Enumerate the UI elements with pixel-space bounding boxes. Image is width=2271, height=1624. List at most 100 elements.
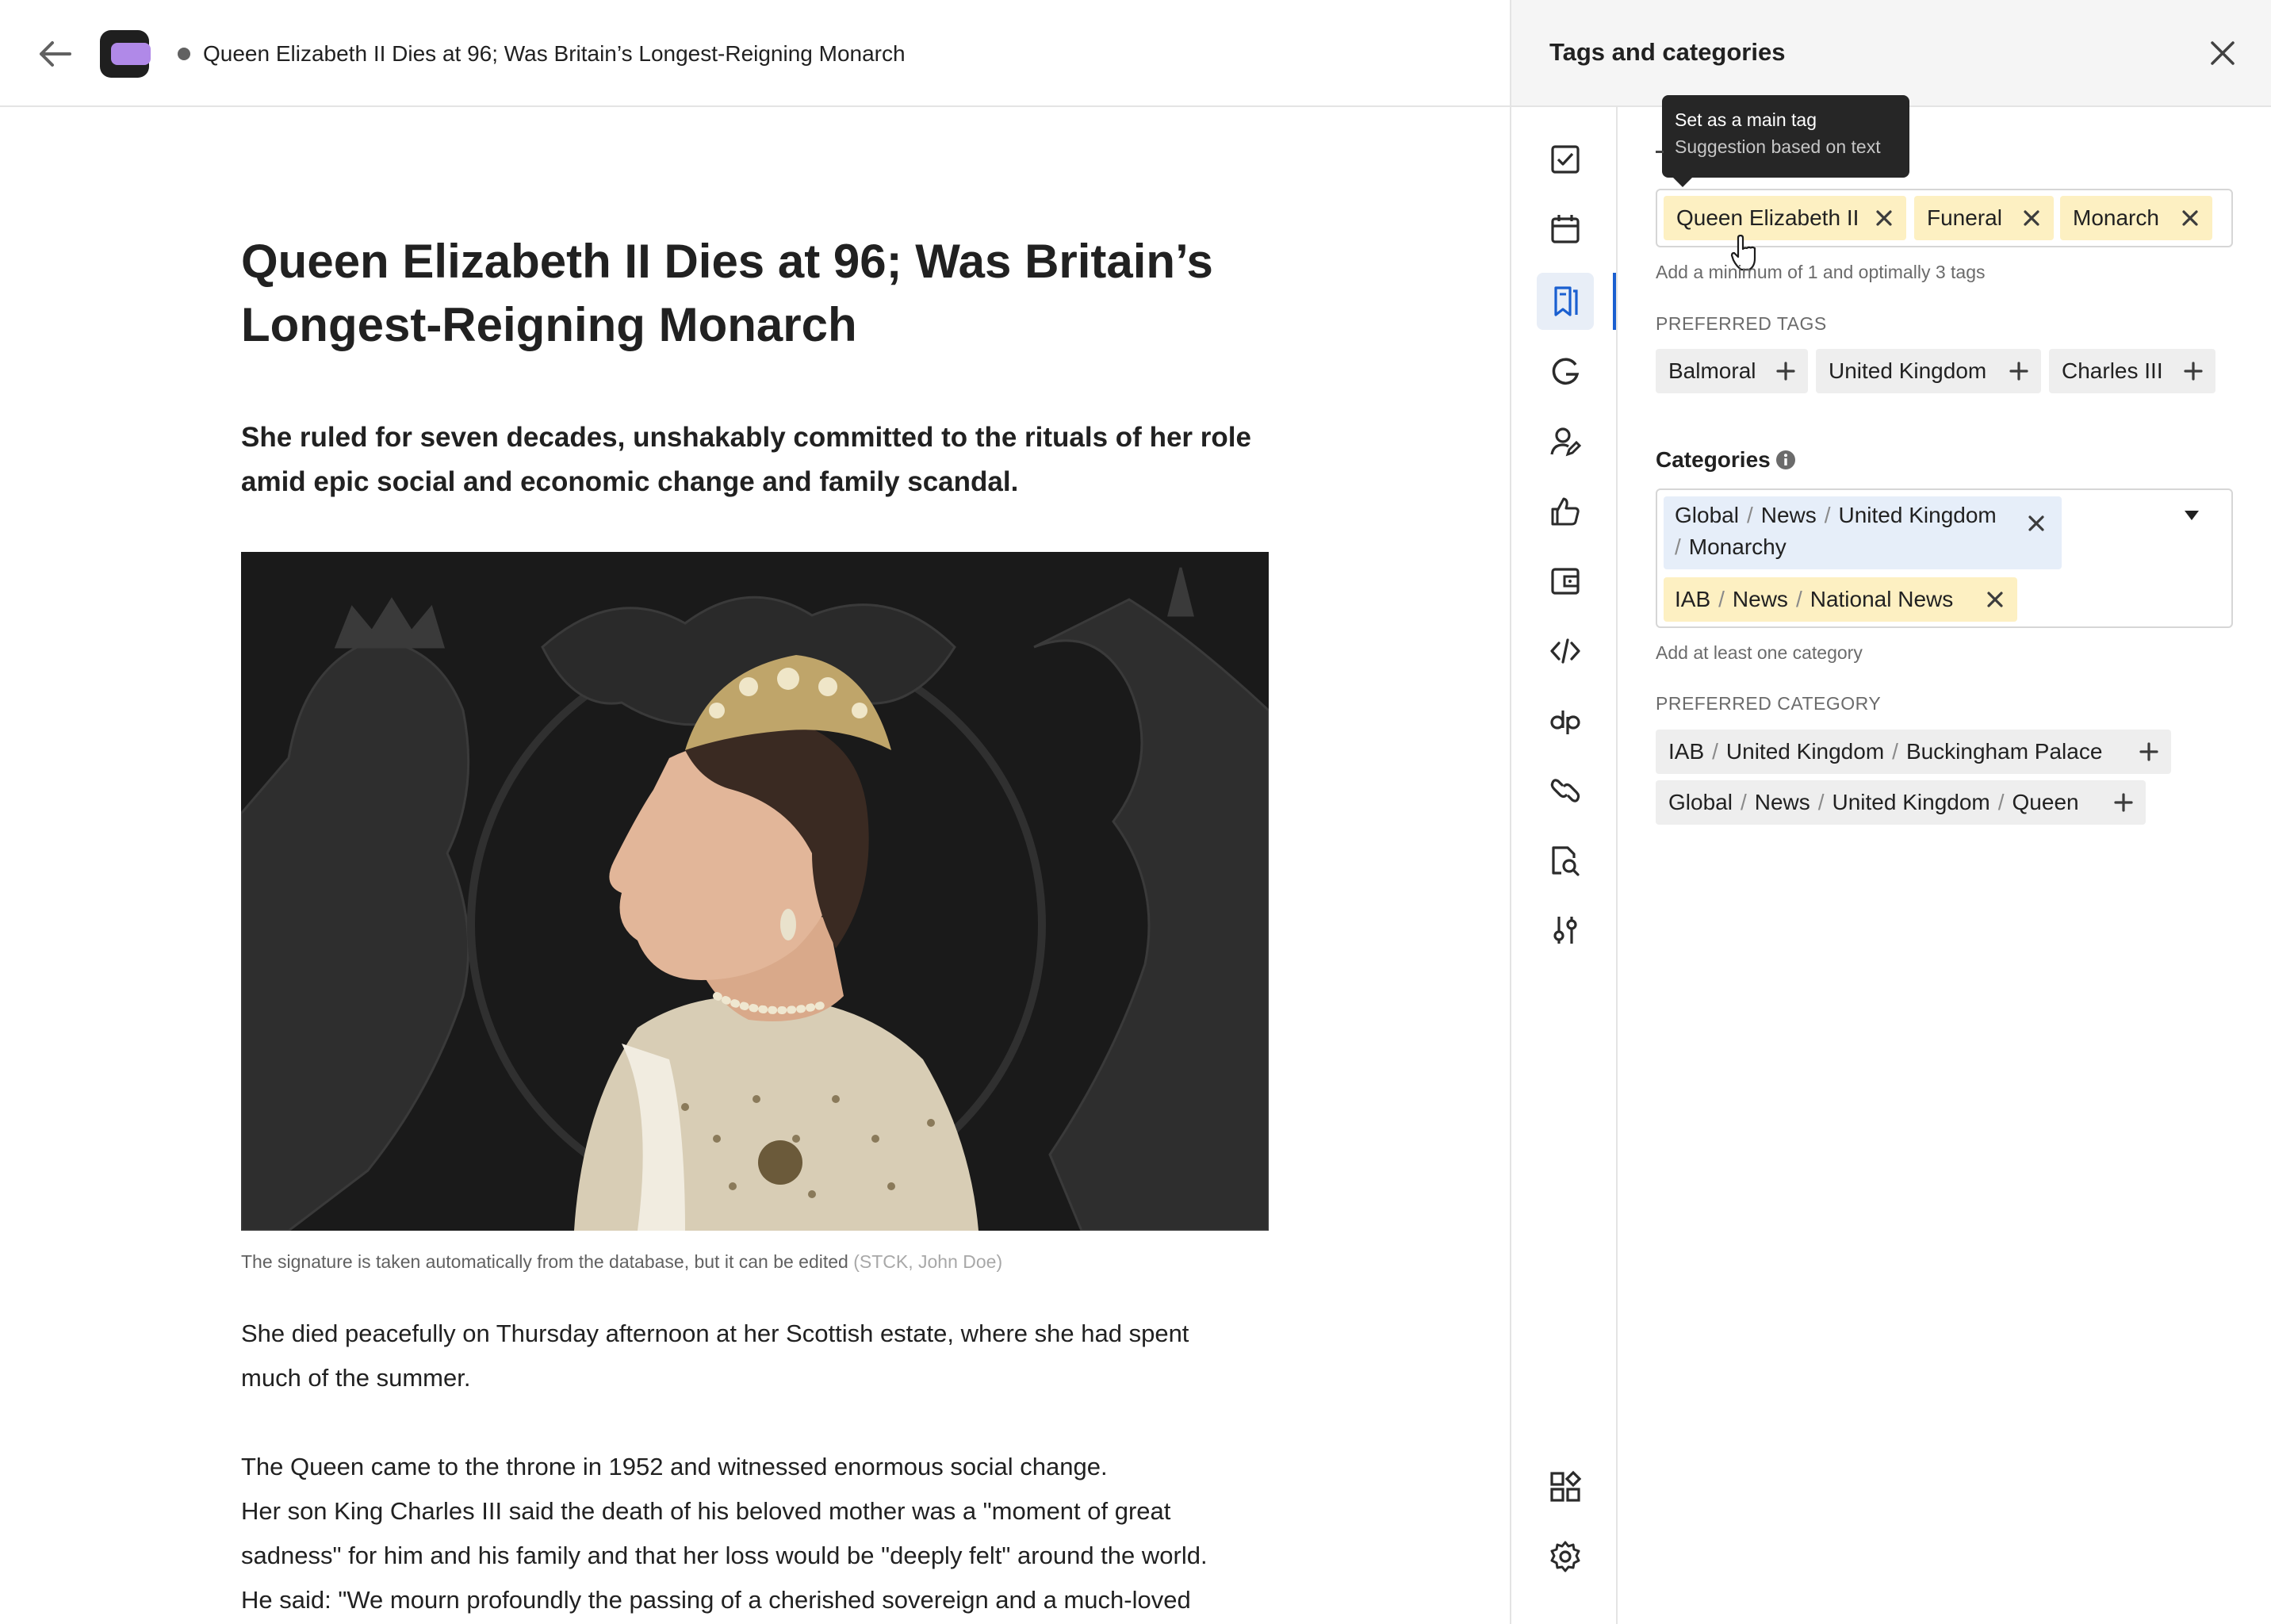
rail-google[interactable]	[1537, 343, 1594, 400]
checklist-icon	[1551, 145, 1580, 174]
close-icon[interactable]	[2209, 40, 2236, 67]
path-separator: /	[1718, 587, 1725, 611]
google-icon	[1552, 358, 1580, 385]
category-segment: United Kingdom	[1725, 739, 1885, 764]
category-segment: News	[1732, 587, 1788, 611]
main-tag-tooltip: Set as a main tag Suggestion based on te…	[1662, 95, 1909, 187]
paragraph: She died peacefully on Thursday afternoo…	[241, 1312, 1288, 1400]
path-separator: /	[1675, 534, 1681, 559]
add-icon[interactable]	[1775, 360, 1797, 382]
tag-chip[interactable]: Monarch	[2060, 196, 2212, 240]
preferred-tag-label: Charles III	[2062, 358, 2163, 383]
path-separator: /	[1892, 739, 1898, 764]
path-separator: /	[1740, 790, 1747, 814]
widgets-icon	[1550, 1470, 1582, 1502]
bookmark-tags-icon	[1554, 286, 1578, 316]
rail-calendar[interactable]	[1537, 201, 1594, 258]
add-icon[interactable]	[2008, 360, 2030, 382]
lead-line: amid epic social and economic change and…	[241, 466, 1019, 497]
article-photo[interactable]	[241, 552, 1269, 1231]
remove-category-icon[interactable]	[2025, 512, 2047, 534]
tags-label-fragment	[1656, 151, 1664, 153]
add-icon[interactable]	[2182, 360, 2204, 382]
rail-widgets[interactable]	[1537, 1458, 1594, 1515]
thumbs-up-icon	[1551, 497, 1580, 526]
paragraph-line: The Queen came to the throne in 1952 and…	[241, 1453, 1108, 1480]
paragraph-line: He said: "We mourn profoundly the passin…	[241, 1586, 1191, 1614]
panel-title: Tags and categories	[1549, 38, 1786, 66]
tag-chip[interactable]: Queen Elizabeth II	[1664, 196, 1906, 240]
headline-line: Longest-Reigning Monarch	[241, 298, 857, 351]
dp-icon	[1550, 710, 1580, 734]
category-path-line: / Monarchy	[1675, 534, 1787, 560]
rail-tags[interactable]	[1537, 273, 1594, 330]
photo-caption[interactable]: The signature is taken automatically fro…	[241, 1249, 1002, 1274]
category-path-line: Global / News / United Kingdom	[1675, 503, 1997, 528]
tag-chip-label: Funeral	[1927, 205, 2002, 230]
wallet-icon	[1551, 568, 1580, 595]
category-segment: National News	[1810, 587, 1954, 611]
preferred-category-chip[interactable]: IAB / United Kingdom / Buckingham Palace	[1656, 730, 2171, 774]
tags-helper-text: Add a minimum of 1 and optimally 3 tags	[1656, 262, 1986, 282]
rail-settings[interactable]	[1537, 1528, 1594, 1585]
rail-author[interactable]	[1537, 413, 1594, 470]
remove-tag-icon[interactable]	[2179, 207, 2201, 229]
category-path-line: IAB / United Kingdom / Buckingham Palace	[1668, 730, 2102, 774]
category-segment: News	[1760, 503, 1817, 527]
preferred-tag-chip[interactable]: Balmoral	[1656, 349, 1808, 393]
remove-category-icon[interactable]	[1984, 588, 2006, 611]
panel-icon-rail	[1511, 107, 1618, 1624]
calendar-icon	[1551, 215, 1580, 243]
tooltip-subtitle: Suggestion based on text	[1675, 136, 1881, 157]
rail-wallet[interactable]	[1537, 553, 1594, 610]
tag-chip-label: Monarch	[2073, 205, 2159, 230]
add-icon[interactable]	[2112, 791, 2135, 814]
rail-checklist[interactable]	[1537, 131, 1594, 188]
category-segment: News	[1754, 790, 1810, 814]
document-title: Queen Elizabeth II Dies at 96; Was Brita…	[203, 41, 906, 66]
category-segment: United Kingdom	[1832, 790, 1990, 814]
preferred-tag-chip[interactable]: Charles III	[2049, 349, 2215, 393]
paragraph-line: sadness" for him and his family and that…	[241, 1542, 1208, 1569]
rail-doc-search[interactable]	[1537, 832, 1594, 889]
article-text[interactable]: She died peacefully on Thursday afternoo…	[241, 1312, 1288, 1622]
rail-links[interactable]	[1537, 762, 1594, 819]
category-segment: Queen	[2012, 790, 2079, 814]
preferred-category-chip[interactable]: Global / News / United Kingdom / Queen	[1656, 780, 2146, 825]
back-arrow-icon[interactable]	[35, 38, 73, 70]
paragraph-line: much of the summer.	[241, 1364, 471, 1392]
caption-text: The signature is taken automatically fro…	[241, 1251, 848, 1272]
app-logo[interactable]	[97, 27, 152, 81]
panel-header: Tags and categories	[1511, 0, 2271, 107]
category-path-line: IAB / News / National News	[1675, 577, 1953, 622]
queen-portrait-image	[241, 552, 1269, 1231]
rail-likes[interactable]	[1537, 483, 1594, 540]
preferred-tag-label: United Kingdom	[1829, 358, 1987, 383]
sliders-icon	[1553, 917, 1577, 944]
category-chip[interactable]: Global / News / United Kingdom / Monarchy	[1664, 496, 2062, 569]
category-segment: IAB	[1668, 739, 1705, 764]
article-lead[interactable]: She ruled for seven decades, unshakably …	[241, 416, 1288, 504]
link-icon	[1550, 779, 1580, 802]
info-icon[interactable]	[1775, 449, 1797, 471]
article-headline[interactable]: Queen Elizabeth II Dies at 96; Was Brita…	[241, 230, 1288, 357]
category-chip[interactable]: IAB / News / National News	[1664, 577, 2017, 622]
category-path-line: Global / News / United Kingdom / Queen	[1668, 780, 2079, 825]
category-segment: Buckingham Palace	[1905, 739, 2103, 764]
rail-embed[interactable]	[1537, 622, 1594, 680]
categories-helper-text: Add at least one category	[1656, 642, 1863, 663]
path-separator: /	[1817, 790, 1825, 814]
rail-settings-sliders[interactable]	[1537, 902, 1594, 959]
headline-line: Queen Elizabeth II Dies at 96; Was Brita…	[241, 235, 1213, 288]
remove-tag-icon[interactable]	[2020, 207, 2043, 229]
paragraph-line: She died peacefully on Thursday afternoo…	[241, 1320, 1189, 1347]
category-segment: IAB	[1675, 587, 1711, 611]
category-segment: Monarchy	[1688, 534, 1787, 559]
rail-dp[interactable]	[1537, 692, 1594, 749]
tag-chip[interactable]: Funeral	[1914, 196, 2054, 240]
add-icon[interactable]	[2138, 741, 2160, 763]
dropdown-arrow-icon[interactable]	[2182, 508, 2201, 523]
preferred-tag-chip[interactable]: United Kingdom	[1816, 349, 2041, 393]
preferred-tag-label: Balmoral	[1668, 358, 1756, 383]
remove-tag-icon[interactable]	[1873, 207, 1895, 229]
